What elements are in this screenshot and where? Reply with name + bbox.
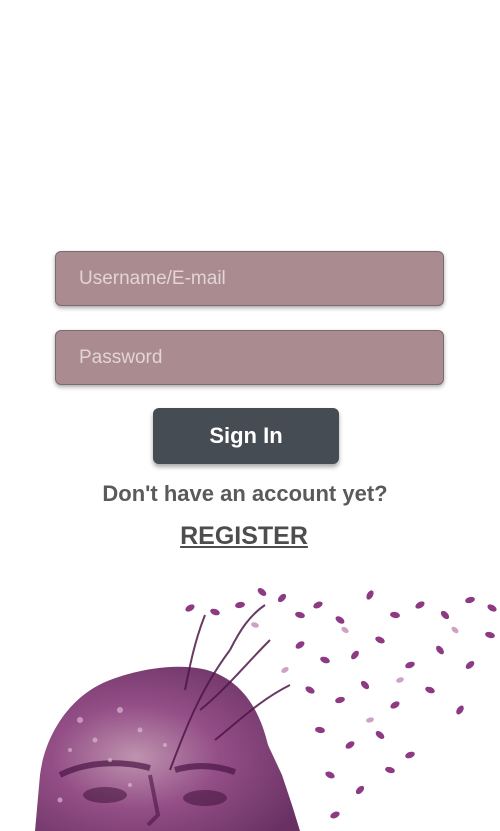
sign-in-button[interactable]: Sign In [153,408,339,464]
leaf-head-illustration [35,588,497,831]
register-prompt-text: Don't have an account yet? [102,481,388,506]
login-screen: Sign In Don't have an account yet? REGIS… [0,0,500,831]
username-input[interactable] [55,251,444,306]
password-input[interactable] [55,330,444,385]
register-link[interactable]: REGISTER [0,522,488,551]
